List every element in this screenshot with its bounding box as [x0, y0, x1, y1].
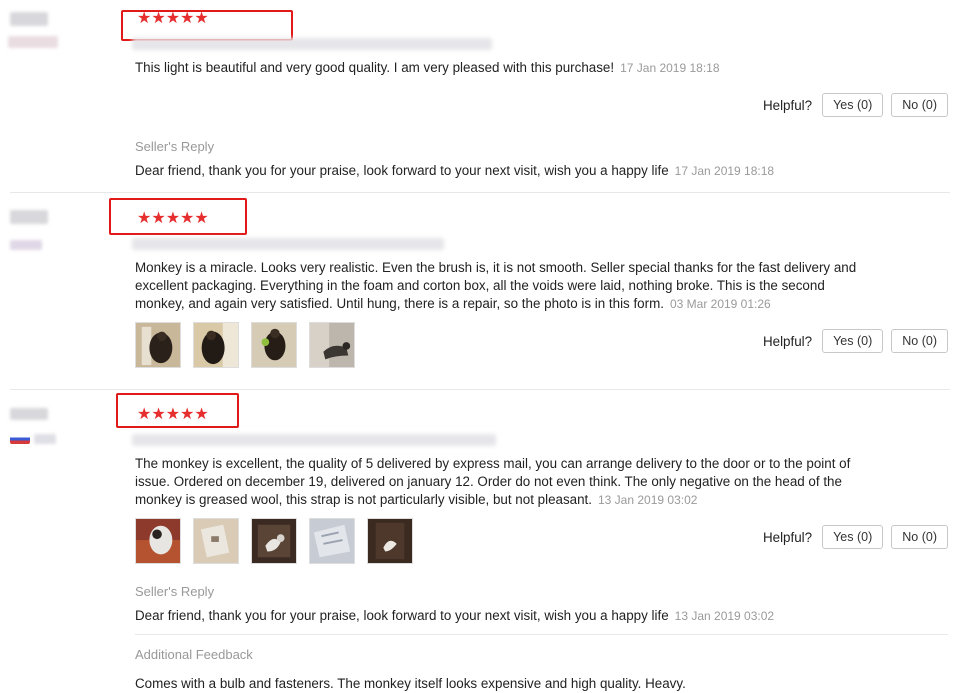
seller-reply-text: Dear friend, thank you for your praise, …: [135, 608, 775, 623]
rating-highlight-box: [121, 10, 293, 41]
helpful-label: Helpful?: [762, 529, 813, 545]
rating-highlight-box: [109, 198, 247, 235]
review-meta-blurred: [132, 38, 492, 50]
reply-date: 13 Jan 2019 03:02: [674, 609, 775, 623]
review-divider: [10, 389, 950, 390]
review-photos: [135, 518, 413, 564]
country-name-blurred: [34, 434, 56, 444]
review-photos: [135, 322, 355, 368]
user-avatar-blurred: [10, 210, 48, 224]
additional-feedback-label: Additional Feedback: [135, 647, 253, 662]
no-button[interactable]: No (0): [891, 525, 948, 549]
review-photo[interactable]: [309, 322, 355, 368]
review-text: This light is beautiful and very good qu…: [135, 60, 720, 75]
helpful-vote: Helpful? Yes (0) No (0): [763, 525, 948, 549]
no-button[interactable]: No (0): [891, 329, 948, 353]
seller-reply-label: Seller's Reply: [135, 584, 215, 599]
review-photo[interactable]: [309, 518, 355, 564]
seller-reply-text: Dear friend, thank you for your praise, …: [135, 163, 775, 178]
review-date: 13 Jan 2019 03:02: [598, 493, 698, 507]
review-photo[interactable]: [367, 518, 413, 564]
country-flag-blurred: [10, 434, 30, 444]
user-avatar-blurred: [10, 12, 48, 26]
helpful-vote: Helpful? Yes (0) No (0): [763, 93, 948, 117]
additional-divider: [135, 634, 948, 635]
rating-highlight-box: [116, 393, 239, 428]
review-date: 17 Jan 2019 18:18: [620, 61, 720, 75]
review-photo[interactable]: [135, 322, 181, 368]
review-photo[interactable]: [251, 518, 297, 564]
yes-button[interactable]: Yes (0): [822, 93, 884, 117]
review-date: 03 Mar 2019 01:26: [669, 297, 771, 311]
helpful-vote: Helpful? Yes (0) No (0): [763, 329, 948, 353]
review-photo[interactable]: [193, 322, 239, 368]
additional-feedback-text: Comes with a bulb and fasteners. The mon…: [135, 676, 686, 691]
review-divider: [10, 192, 950, 193]
review-photo[interactable]: [135, 518, 181, 564]
reply-date: 17 Jan 2019 18:18: [674, 164, 775, 178]
user-avatar-blurred: [10, 408, 48, 420]
yes-button[interactable]: Yes (0): [822, 329, 884, 353]
review-text: Monkey is a miracle. Looks very realisti…: [135, 260, 857, 311]
yes-button[interactable]: Yes (0): [822, 525, 884, 549]
helpful-label: Helpful?: [762, 97, 813, 113]
user-name-blurred: [8, 36, 58, 48]
review-photo[interactable]: [251, 322, 297, 368]
review-meta-blurred: [132, 434, 496, 446]
review-text: The monkey is excellent, the quality of …: [135, 456, 851, 507]
helpful-label: Helpful?: [762, 333, 813, 349]
seller-reply-label: Seller's Reply: [135, 139, 215, 154]
review-meta-blurred: [132, 238, 444, 250]
no-button[interactable]: No (0): [891, 93, 948, 117]
user-name-blurred: [10, 240, 42, 250]
review-photo[interactable]: [193, 518, 239, 564]
